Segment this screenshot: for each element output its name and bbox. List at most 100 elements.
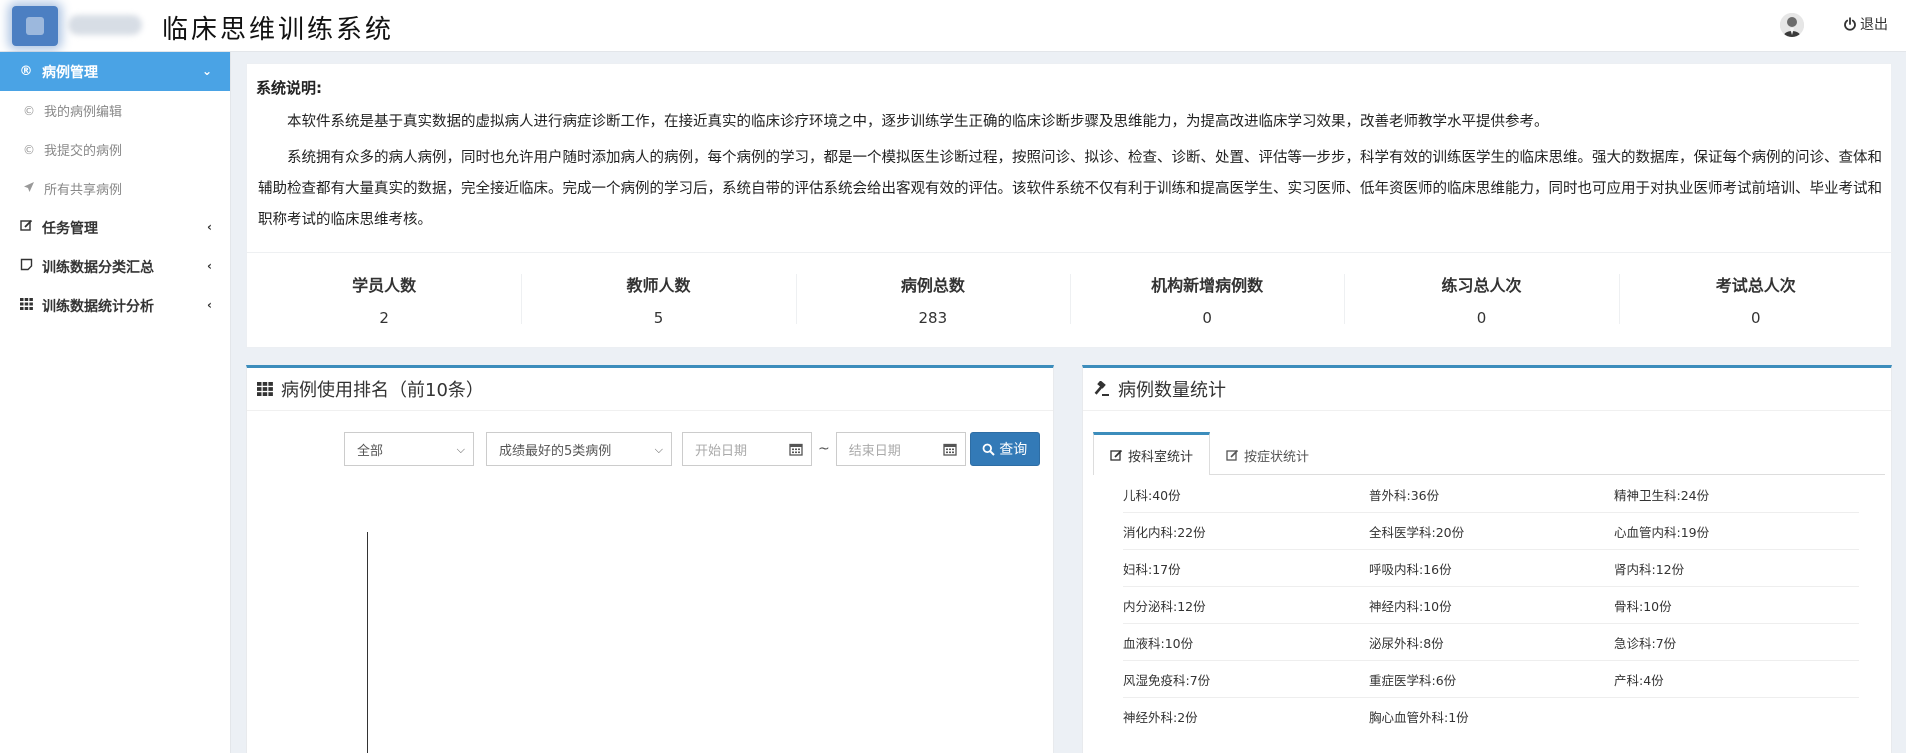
stats-row: 学员人数 2 教师人数 5 病例总数 283 机构新增病例数 0 练习总人次 0… xyxy=(247,267,1893,327)
sidebar-item-label: 训练数据统计分析 xyxy=(42,298,154,315)
department-count: 儿科:40份 xyxy=(1123,476,1369,513)
stat-label: 学员人数 xyxy=(352,276,417,295)
department-count-grid: 儿科:40份 普外科:36份 精神卫生科:24份 消化内科:22份 全科医学科:… xyxy=(1123,476,1859,735)
chart-axis-line xyxy=(367,532,368,753)
stat-value: 0 xyxy=(1202,309,1212,327)
chevron-left-icon: ‹ xyxy=(207,220,212,234)
grid-icon xyxy=(257,382,273,396)
stat-value: 5 xyxy=(653,309,664,327)
chevron-left-icon: ‹ xyxy=(207,298,212,312)
divider xyxy=(247,252,1893,253)
sidebar-subitem-label: 我的病例编辑 xyxy=(44,105,123,120)
intro-paragraph: 系统拥有众多的病人病例，同时也允许用户随时添加病人的病例，每个病例的学习，都是一… xyxy=(258,150,1882,228)
sidebar-item-training-summary[interactable]: 训练数据分类汇总 ‹ xyxy=(0,247,230,286)
select-value: 成绩最好的5类病例 xyxy=(499,443,612,459)
department-count: 产科:4份 xyxy=(1614,661,1859,698)
chevron-down-icon: ⌄ xyxy=(201,64,212,78)
chevron-left-icon: ‹ xyxy=(207,259,212,273)
sidebar-subitem-shared-cases[interactable]: 所有共享病例 xyxy=(0,169,230,208)
panel-title: 病例数量统计 xyxy=(1118,380,1226,401)
department-count: 内分泌科:12份 xyxy=(1123,587,1369,624)
department-count: 重症医学科:6份 xyxy=(1369,661,1614,698)
stat-new-cases: 机构新增病例数 0 xyxy=(1069,267,1344,327)
sidebar-subitem-label: 我提交的病例 xyxy=(44,144,123,159)
stat-total-cases: 病例总数 283 xyxy=(795,267,1070,327)
department-count: 骨科:10份 xyxy=(1614,587,1859,624)
intro-paragraph: 本软件系统是基于真实数据的虚拟病人进行病症诊断工作，在接近真实的临床诊疗环境之中… xyxy=(287,114,1549,130)
tab-by-department[interactable]: 按科室统计 xyxy=(1093,432,1211,475)
stat-label: 病例总数 xyxy=(900,276,965,295)
sidebar: ® 病例管理 ⌄ © 我的病例编辑 © 我提交的病例 所有共享病例 任务管理 ‹… xyxy=(0,52,231,753)
date-separator: ~ xyxy=(818,441,830,457)
search-icon xyxy=(982,443,995,456)
sidebar-subitem-label: 所有共享病例 xyxy=(44,183,123,198)
department-count: 呼吸内科:16份 xyxy=(1369,550,1614,587)
scope-select[interactable]: 全部 ⌵ xyxy=(344,432,474,466)
sidebar-item-label: 任务管理 xyxy=(42,220,98,237)
panel-header: 病例使用排名（前10条） xyxy=(247,368,1053,411)
stat-teachers: 教师人数 5 xyxy=(521,267,795,327)
sidebar-item-task-management[interactable]: 任务管理 ‹ xyxy=(0,208,230,247)
department-count: 消化内科:22份 xyxy=(1123,513,1369,550)
edit-icon xyxy=(1226,449,1239,461)
query-label: 查询 xyxy=(999,442,1028,458)
logo-text-blurred xyxy=(68,15,142,35)
stat-label: 教师人数 xyxy=(626,276,691,295)
copyright-icon: © xyxy=(23,103,35,118)
stat-value: 0 xyxy=(1476,309,1487,327)
sidebar-item-label: 训练数据分类汇总 xyxy=(42,259,154,276)
avatar[interactable] xyxy=(1780,13,1804,37)
ranking-filters: 全部 ⌵ 成绩最好的5类病例 ⌵ 开始日期 ~ 结束日期 查询 xyxy=(344,432,1040,466)
case-type-select[interactable]: 成绩最好的5类病例 ⌵ xyxy=(486,432,672,466)
tab-by-symptom[interactable]: 按症状统计 xyxy=(1210,432,1325,475)
department-count: 精神卫生科:24份 xyxy=(1614,476,1859,513)
logo-mark xyxy=(12,6,58,46)
department-count: 普外科:36份 xyxy=(1369,476,1614,513)
start-date-input[interactable]: 开始日期 xyxy=(682,432,812,466)
query-button[interactable]: 查询 xyxy=(969,432,1040,466)
intro-title: 系统说明: xyxy=(256,79,322,97)
chevron-down-icon: ⌵ xyxy=(456,443,465,456)
logout-label: 退出 xyxy=(1860,17,1888,33)
stat-practice-count: 练习总人次 0 xyxy=(1344,267,1618,327)
stat-students: 学员人数 2 xyxy=(247,267,521,327)
sidebar-item-label: 病例管理 xyxy=(42,64,98,81)
department-count: 心血管内科:19份 xyxy=(1614,513,1859,550)
department-count: 胸心血管外科:1份 xyxy=(1369,710,1469,725)
sidebar-item-case-management[interactable]: ® 病例管理 ⌄ xyxy=(0,52,230,91)
department-count: 泌尿外科:8份 xyxy=(1369,624,1614,661)
select-value: 全部 xyxy=(357,443,384,459)
tab-label: 按症状统计 xyxy=(1244,449,1310,465)
send-icon xyxy=(22,181,36,196)
logo xyxy=(12,4,142,48)
stat-exam-count: 考试总人次 0 xyxy=(1618,267,1893,327)
panel-header: 病例数量统计 xyxy=(1083,368,1891,411)
sidebar-item-training-analysis[interactable]: 训练数据统计分析 ‹ xyxy=(0,286,230,325)
stat-value: 2 xyxy=(379,309,389,327)
stat-label: 考试总人次 xyxy=(1715,276,1796,295)
date-placeholder: 结束日期 xyxy=(848,443,901,459)
gavel-icon xyxy=(1093,381,1110,397)
top-header: 临床思维训练系统 退出 xyxy=(0,0,1906,52)
grid-icon xyxy=(18,297,34,314)
end-date-input[interactable]: 结束日期 xyxy=(835,432,966,466)
sidebar-subitem-my-submitted[interactable]: © 我提交的病例 xyxy=(0,130,230,169)
stat-value: 0 xyxy=(1751,309,1761,327)
edit-icon xyxy=(1110,449,1123,461)
case-count-panel: 病例数量统计 按科室统计 按症状统计 儿科:40份 普外科:36份 精神卫生科:… xyxy=(1082,365,1892,753)
edit-icon xyxy=(18,219,34,236)
stat-label: 机构新增病例数 xyxy=(1151,276,1264,295)
tab-label: 按科室统计 xyxy=(1128,449,1194,465)
logout-button[interactable]: 退出 xyxy=(1843,14,1888,34)
department-count: 神经外科:2份 xyxy=(1123,710,1198,725)
panel-title: 病例使用排名（前10条） xyxy=(281,380,484,401)
sidebar-subitem-my-case-edit[interactable]: © 我的病例编辑 xyxy=(0,91,230,130)
stats-tabs: 按科室统计 按症状统计 xyxy=(1093,432,1885,475)
department-count: 风湿免疫科:7份 xyxy=(1123,661,1369,698)
power-icon xyxy=(1844,17,1856,31)
stat-value: 283 xyxy=(918,309,948,327)
chevron-down-icon: ⌵ xyxy=(654,443,663,456)
date-placeholder: 开始日期 xyxy=(695,443,748,459)
department-count: 神经内科:10份 xyxy=(1369,587,1614,624)
department-count: 急诊科:7份 xyxy=(1614,624,1859,661)
